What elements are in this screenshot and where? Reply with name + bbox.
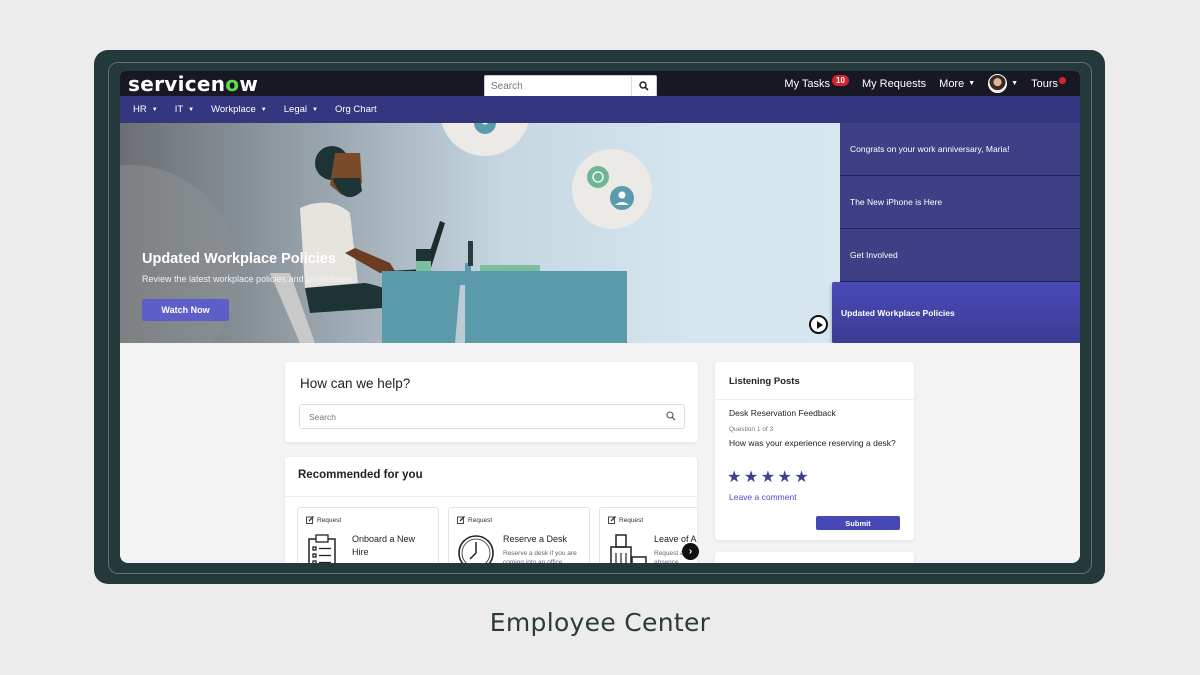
tile-onboard-new-hire[interactable]: Request Onboard a New Hire — [297, 507, 439, 563]
top-bar: servicenow My Tasks 10 My Requests More▼… — [120, 71, 1080, 97]
tours-notification-dot — [1059, 77, 1066, 84]
star-icon[interactable]: ★ — [744, 467, 758, 487]
divider — [285, 496, 697, 497]
nav-item-it[interactable]: IT ▼ — [175, 104, 194, 115]
caret-down-icon: ▼ — [968, 80, 976, 87]
global-search-input[interactable] — [485, 76, 630, 97]
caption: Employee Center — [489, 608, 711, 637]
watch-now-button[interactable]: Watch Now — [142, 299, 229, 321]
news-item-iphone[interactable]: The New iPhone is Here — [840, 176, 1080, 229]
recommended-card: Recommended for you Request Onboard a Ne… — [285, 457, 697, 563]
global-search — [484, 75, 657, 97]
question-number: Question 1 of 3 — [729, 426, 774, 433]
caret-down-icon: ▼ — [1011, 80, 1019, 87]
submit-button[interactable]: Submit — [816, 516, 900, 530]
header-links: My Tasks 10 My Requests More ▼ ▼ Tours — [771, 71, 1080, 96]
servicenow-logo[interactable]: servicenow — [128, 72, 258, 96]
caret-down-icon: ▼ — [188, 106, 195, 113]
tile-title: Reserve a Desk — [503, 534, 568, 544]
tours-link[interactable]: Tours — [1031, 78, 1058, 90]
search-icon[interactable] — [666, 411, 676, 421]
caret-down-icon: ▼ — [151, 106, 158, 113]
star-rating: ★ ★ ★ ★ ★ — [727, 467, 811, 487]
edit-icon — [306, 516, 314, 524]
tasks-count-badge: 10 — [832, 74, 849, 86]
edit-icon — [457, 516, 465, 524]
nav-item-org-chart[interactable]: Org Chart — [335, 104, 377, 115]
request-tag: Request — [457, 516, 492, 524]
help-search-input[interactable] — [300, 405, 640, 428]
star-icon[interactable]: ★ — [794, 467, 808, 487]
chevron-right-icon: › — [688, 546, 693, 557]
help-search — [299, 404, 685, 429]
more-menu[interactable]: More ▼ — [939, 78, 975, 90]
hero-title: Updated Workplace Policies — [142, 251, 336, 267]
request-tag: Request — [608, 516, 643, 524]
user-menu[interactable]: ▼ — [988, 74, 1018, 93]
news-item-get-involved[interactable]: Get Involved — [840, 229, 1080, 282]
avatar — [988, 74, 1008, 93]
my-tasks-link[interactable]: My Tasks 10 — [784, 74, 849, 90]
tile-description: Reserve a desk if you are coming into an… — [503, 550, 577, 563]
play-icon[interactable] — [809, 315, 828, 334]
divider — [715, 399, 914, 400]
carousel-next-button[interactable]: › — [682, 543, 699, 560]
nav-item-hr[interactable]: HR ▼ — [133, 104, 158, 115]
recommended-tiles: Request Onboard a New Hire Request Reser… — [297, 507, 697, 563]
tile-title: Onboard a New Hire — [352, 534, 416, 557]
caret-down-icon: ▼ — [312, 106, 318, 113]
global-search-button[interactable] — [631, 76, 656, 96]
hero-subtitle: Review the latest workplace policies and… — [142, 274, 354, 284]
clock-icon — [458, 535, 494, 563]
main-nav: HR ▼ IT ▼ Workplace ▼ Legal ▼ Org Chart — [120, 96, 1080, 123]
employee-center-screen: servicenow My Tasks 10 My Requests More▼… — [120, 71, 1080, 563]
tile-reserve-desk[interactable]: Request Reserve a Desk Reserve a desk if… — [448, 507, 590, 563]
leave-comment-link[interactable]: Leave a comment — [729, 492, 797, 502]
news-item-active[interactable]: Updated Workplace Policies — [832, 282, 1080, 343]
help-card: How can we help? — [285, 362, 698, 442]
news-item-anniversary[interactable]: Congrats on your work anniversary, Maria… — [840, 123, 1080, 176]
listening-posts-title: Listening Posts — [729, 376, 800, 387]
request-tag: Request — [306, 516, 341, 524]
luggage-icon — [610, 534, 647, 563]
recommended-title: Recommended for you — [298, 469, 423, 481]
survey-title: Desk Reservation Feedback — [729, 408, 836, 418]
star-icon[interactable]: ★ — [727, 467, 741, 487]
my-requests-link[interactable]: My Requests — [862, 78, 926, 90]
question-text: How was your experience reserving a desk… — [729, 438, 896, 448]
nav-item-workplace[interactable]: Workplace ▼ — [211, 104, 267, 115]
star-icon[interactable]: ★ — [778, 467, 792, 487]
star-icon[interactable]: ★ — [761, 467, 775, 487]
listening-posts-card: Listening Posts Desk Reservation Feedbac… — [715, 362, 914, 540]
help-title: How can we help? — [300, 376, 411, 391]
nav-item-legal[interactable]: Legal ▼ — [284, 104, 318, 115]
clipboard-icon — [308, 534, 336, 563]
secondary-card — [715, 552, 914, 563]
edit-icon — [608, 516, 616, 524]
caret-down-icon: ▼ — [260, 106, 267, 113]
search-icon — [639, 81, 649, 91]
hero-carousel: Updated Workplace Policies Review the la… — [120, 123, 1080, 343]
